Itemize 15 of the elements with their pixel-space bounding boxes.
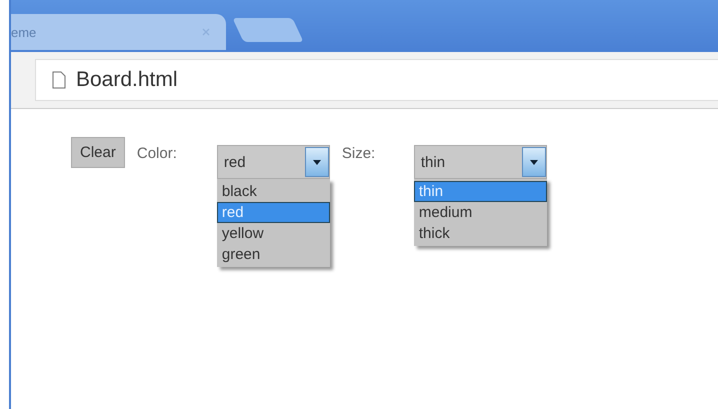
document-icon (52, 71, 66, 89)
dropdown-option[interactable]: green (216, 244, 330, 265)
field-label: Color: (136, 145, 178, 162)
dropdown-option[interactable]: thick (414, 223, 547, 244)
address-bar[interactable]: Board.html (35, 59, 718, 101)
caret-icon (304, 147, 329, 177)
caret-icon (522, 147, 546, 177)
field-label: Size: (342, 145, 376, 162)
dropdown-select[interactable]: thin (414, 145, 547, 179)
dropdown-option[interactable]: black (216, 181, 330, 202)
dropdown-option[interactable]: medium (414, 202, 547, 223)
dropdown-select[interactable]: red (216, 145, 330, 179)
close-icon[interactable] (202, 28, 210, 36)
dropdown-option[interactable]: yellow (216, 223, 330, 244)
clear-button[interactable]: Clear (71, 137, 125, 168)
